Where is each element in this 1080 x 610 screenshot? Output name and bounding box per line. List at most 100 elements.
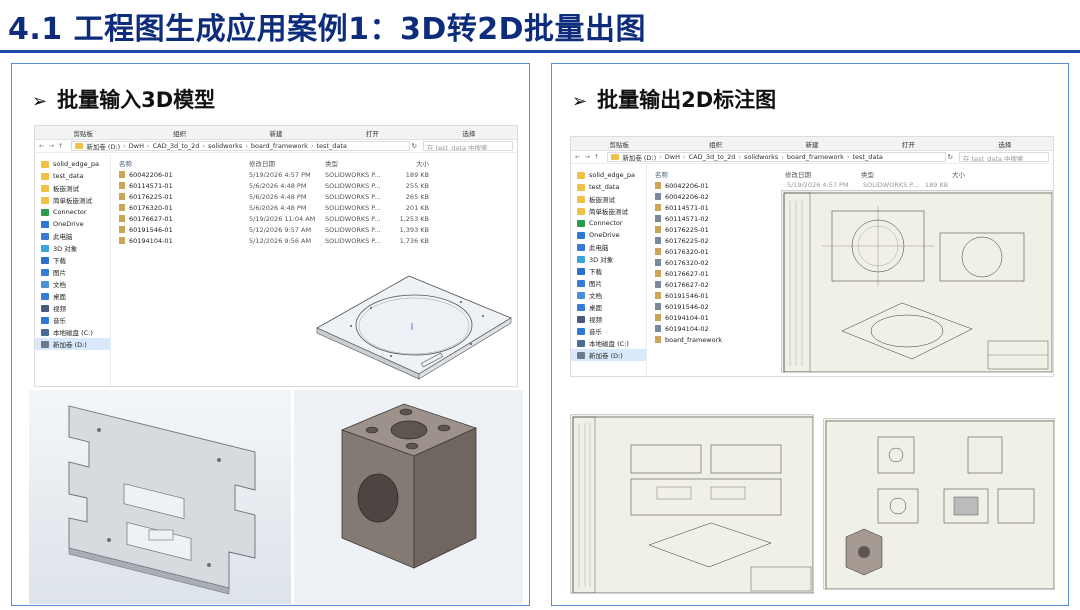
ribbon-select[interactable]: 选择: [421, 128, 517, 138]
nav-item[interactable]: 简单板嵌测试: [571, 205, 646, 217]
file-cell: 60042206-01: [111, 171, 249, 179]
file-row[interactable]: 60194104-01 5/12/2026 9:56 AM SOLIDWORKS P…: [111, 235, 517, 246]
nav-item[interactable]: test_data: [571, 181, 646, 193]
file-row[interactable]: 60114571-01 5/6/2026 4:48 PM SOLIDWORKS P.…: [111, 180, 517, 191]
crumb-testdata[interactable]: test_data: [317, 142, 347, 150]
crumb-solidworks[interactable]: solidworks: [744, 153, 778, 161]
nav-item[interactable]: 文档: [35, 278, 110, 290]
folder-icon: [577, 183, 585, 191]
ribbon-new[interactable]: 新建: [764, 139, 860, 149]
nav-item-label: 此电脑: [53, 233, 73, 241]
ribbon-open[interactable]: 打开: [324, 128, 420, 138]
nav-item[interactable]: 音乐: [571, 325, 646, 337]
nav-item[interactable]: 桌面: [571, 301, 646, 313]
ribbon-organize[interactable]: 组织: [131, 128, 227, 138]
search-input[interactable]: 在 test_data 中搜索: [423, 141, 513, 151]
nav-item[interactable]: 3D 对象: [571, 253, 646, 265]
nav-item[interactable]: 新加卷 (D:): [35, 338, 110, 350]
nav-item[interactable]: 本地磁盘 (C:): [571, 337, 646, 349]
crumb-solidworks[interactable]: solidworks: [208, 142, 242, 150]
nav-item[interactable]: 图片: [35, 266, 110, 278]
drawing-file-icon: [655, 237, 661, 244]
nav-arrows-icon[interactable]: ←→↑: [575, 153, 603, 161]
ribbon-clipboard[interactable]: 剪贴板: [571, 139, 667, 149]
file-cell: 60114571-01: [111, 182, 249, 190]
file-explorer-output[interactable]: 剪贴板 组织 新建 打开 选择 ←→↑ 新加卷 (D:) › DwH › CAD_3…: [570, 136, 1054, 377]
file-row[interactable]: 60042206-01 5/19/2026 4:57 PM SOLIDWORKS P…: [111, 169, 517, 180]
crumb-cad[interactable]: CAD_3d_to_2d: [153, 142, 200, 150]
nav-item[interactable]: Connector: [571, 217, 646, 229]
file-row[interactable]: 60191546-01 5/12/2026 9:57 AM SOLIDWORKS P…: [111, 224, 517, 235]
nav-item[interactable]: test_data: [35, 170, 110, 182]
nav-item[interactable]: 下载: [571, 265, 646, 277]
col-type[interactable]: 类型: [325, 158, 389, 168]
nav-item-label: 简单板嵌测试: [53, 197, 92, 205]
nav-item-label: 桌面: [589, 304, 602, 312]
nav-item[interactable]: 音乐: [35, 314, 110, 326]
crumb-board[interactable]: board_framework: [251, 142, 308, 150]
nav-item[interactable]: 视频: [571, 313, 646, 325]
nav-item[interactable]: 简单板嵌测试: [35, 194, 110, 206]
crumb-board[interactable]: board_framework: [787, 153, 844, 161]
refresh-icon[interactable]: ↻: [948, 153, 953, 161]
nav-item[interactable]: 板嵌测试: [571, 193, 646, 205]
nav-item[interactable]: solid_edge_pa: [571, 169, 646, 181]
nav-item[interactable]: 桌面: [35, 290, 110, 302]
file-row[interactable]: 60176225-01 5/6/2026 4:48 PM SOLIDWORKS P.…: [111, 191, 517, 202]
part-file-icon: [655, 248, 661, 255]
file-cell: 189 KB: [405, 170, 429, 179]
col-size[interactable]: 大小: [925, 169, 965, 179]
ribbon-open[interactable]: 打开: [860, 139, 956, 149]
crumb-dwh[interactable]: DwH: [129, 142, 144, 150]
file-row[interactable]: 60176320-01 5/6/2026 4:48 PM SOLIDWORKS P.…: [111, 202, 517, 213]
nav-item-label: 文档: [589, 292, 602, 300]
nav-item-label: 图片: [53, 269, 66, 277]
address-bar[interactable]: 新加卷 (D:) › DwH › CAD_3d_to_2d › solidworks ›…: [607, 152, 946, 162]
nav-item[interactable]: 此电脑: [35, 230, 110, 242]
nav-item[interactable]: 下载: [35, 254, 110, 266]
nav-item[interactable]: OneDrive: [35, 218, 110, 230]
nav-item[interactable]: 视频: [35, 302, 110, 314]
nav-item[interactable]: 新加卷 (D:): [571, 349, 646, 361]
nav-item[interactable]: 本地磁盘 (C:): [35, 326, 110, 338]
crumb-drive[interactable]: 新加卷 (D:): [86, 142, 120, 150]
file-name: 60191546-02: [647, 303, 785, 311]
nav-item[interactable]: 3D 对象: [35, 242, 110, 254]
search-input[interactable]: 在 test_data 中搜索: [959, 152, 1049, 162]
col-name[interactable]: 名称: [111, 158, 249, 168]
col-date[interactable]: 修改日期: [785, 169, 861, 179]
nav-arrows-icon[interactable]: ←→↑: [39, 142, 67, 150]
folder-icon: [41, 196, 49, 204]
file-name: board_framework: [647, 336, 785, 344]
col-type[interactable]: 类型: [861, 169, 925, 179]
crumb-dwh[interactable]: DwH: [665, 153, 680, 161]
crumb-drive[interactable]: 新加卷 (D:): [622, 153, 656, 161]
location-icon: [577, 243, 585, 251]
file-cell: 5/12/2026 9:57 AM: [249, 225, 312, 234]
ribbon-new[interactable]: 新建: [228, 128, 324, 138]
col-name[interactable]: 名称: [647, 169, 785, 179]
file-cell: SOLIDWORKS P...: [325, 225, 381, 234]
col-size[interactable]: 大小: [389, 158, 429, 168]
nav-item[interactable]: Connector: [35, 206, 110, 218]
crumb-cad[interactable]: CAD_3d_to_2d: [689, 153, 736, 161]
refresh-icon[interactable]: ↻: [412, 142, 417, 150]
ribbon-select[interactable]: 选择: [957, 139, 1053, 149]
first-row-details: 5/19/2026 4:57 PM SOLIDWORKS P... 189 KB: [787, 181, 949, 189]
nav-item-label: 此电脑: [589, 244, 609, 252]
ribbon-clipboard[interactable]: 剪贴板: [35, 128, 131, 138]
file-explorer-input[interactable]: 剪贴板 组织 新建 打开 选择 ←→↑ 新加卷 (D:) › DwH › CAD_3…: [34, 125, 518, 387]
col-date[interactable]: 修改日期: [249, 158, 325, 168]
crumb-testdata[interactable]: test_data: [853, 153, 883, 161]
nav-item[interactable]: 此电脑: [571, 241, 646, 253]
nav-item[interactable]: OneDrive: [571, 229, 646, 241]
nav-item[interactable]: 文档: [571, 289, 646, 301]
location-icon: [577, 327, 585, 335]
nav-item[interactable]: 图片: [571, 277, 646, 289]
nav-item[interactable]: 板嵌测试: [35, 182, 110, 194]
file-row[interactable]: 60176627-01 5/19/2026 11:04 AM SOLIDWORKS …: [111, 213, 517, 224]
ribbon-organize[interactable]: 组织: [667, 139, 763, 149]
location-icon: [41, 268, 49, 276]
address-bar[interactable]: 新加卷 (D:) › DwH › CAD_3d_to_2d › solidworks ›…: [71, 141, 410, 151]
nav-item[interactable]: solid_edge_pa: [35, 158, 110, 170]
